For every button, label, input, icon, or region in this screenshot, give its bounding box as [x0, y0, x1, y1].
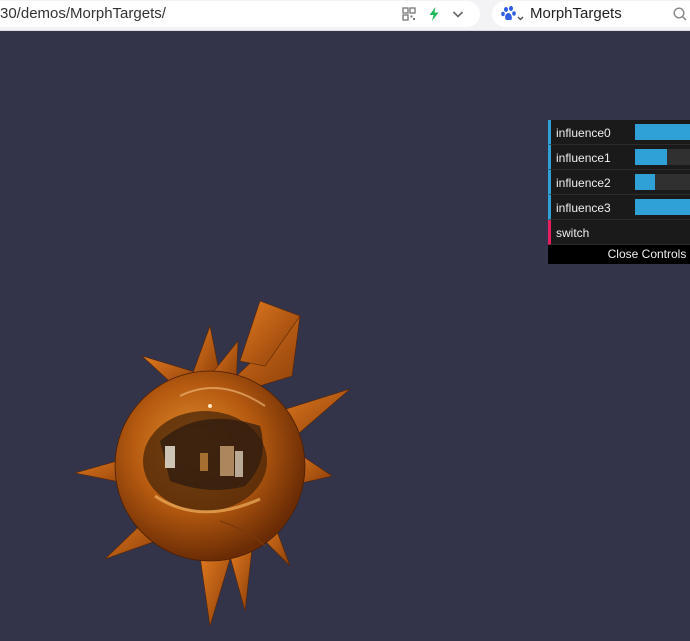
close-controls-button[interactable]: Close Controls — [548, 245, 690, 264]
slider-fill — [635, 124, 690, 140]
url-text[interactable]: 30/demos/MorphTargets/ — [0, 5, 166, 22]
search-icon[interactable] — [672, 6, 688, 22]
influence1-slider[interactable] — [635, 149, 690, 165]
control-label: influence1 — [556, 151, 611, 165]
switch-button[interactable]: switch — [548, 220, 690, 245]
control-row-influence2: influence2 — [548, 170, 690, 195]
search-engine-paw-icon[interactable] — [500, 5, 526, 23]
switch-label: switch — [556, 226, 590, 240]
control-label: influence2 — [556, 176, 611, 190]
control-row-influence1: influence1 — [548, 145, 690, 170]
influence3-slider[interactable] — [635, 199, 690, 215]
controls-panel: influence0 influence1 influence2 influen… — [548, 120, 690, 264]
browser-toolbar: 30/demos/MorphTargets/ MorphTargets — [0, 0, 690, 31]
influence2-slider[interactable] — [635, 174, 690, 190]
control-row-influence0: influence0 — [548, 120, 690, 145]
influence0-slider[interactable] — [635, 124, 690, 140]
control-label: influence0 — [556, 126, 611, 140]
morph-target-mesh — [74, 300, 351, 627]
slider-fill — [635, 174, 655, 190]
chevron-down-icon[interactable] — [450, 6, 466, 22]
search-query[interactable]: MorphTargets — [530, 5, 622, 22]
slider-fill — [635, 199, 690, 215]
control-row-influence3: influence3 — [548, 195, 690, 220]
qr-code-icon[interactable] — [401, 6, 417, 22]
search-box[interactable]: MorphTargets — [492, 1, 690, 27]
address-bar[interactable]: 30/demos/MorphTargets/ — [0, 1, 480, 27]
slider-fill — [635, 149, 667, 165]
control-label: influence3 — [556, 201, 611, 215]
lightning-icon[interactable] — [426, 6, 442, 22]
